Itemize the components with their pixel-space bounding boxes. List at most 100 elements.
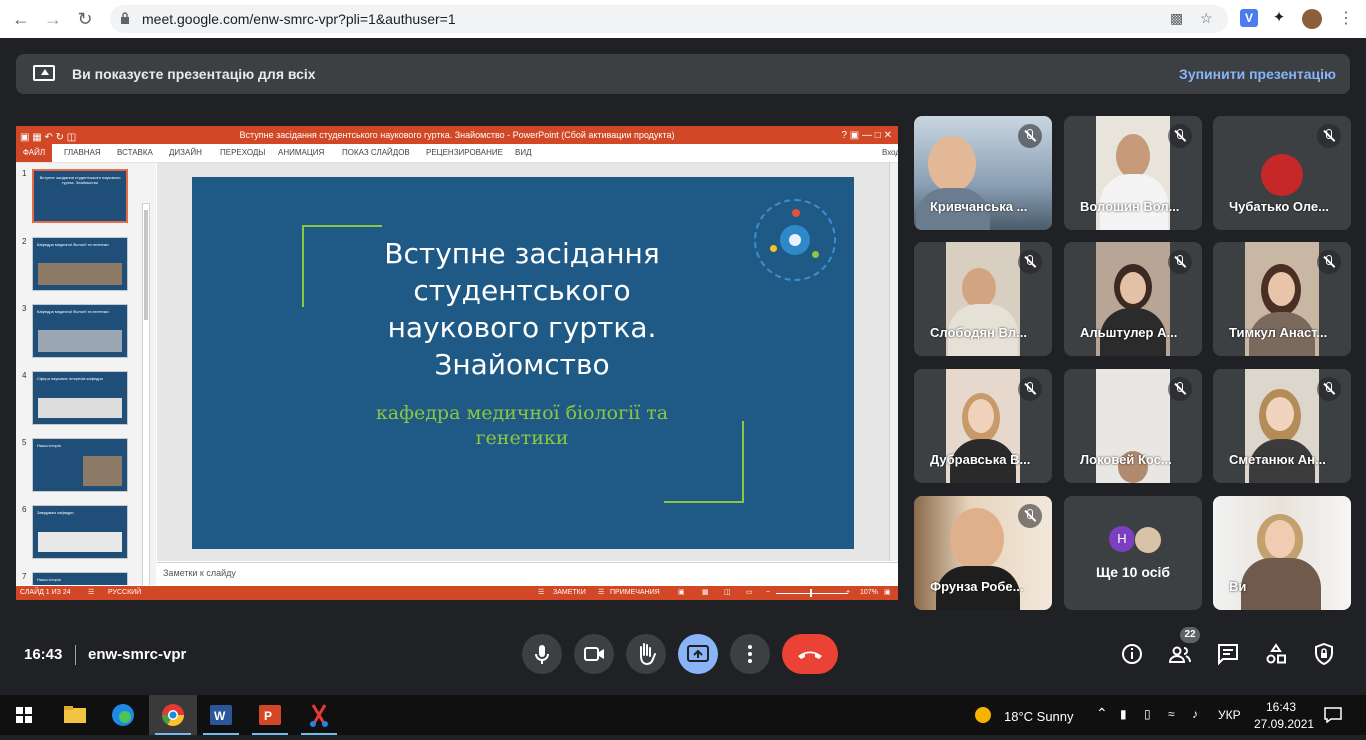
thumb-number: 6 — [22, 505, 27, 514]
notes-placeholder: Заметки к слайду — [163, 568, 236, 578]
lock-icon[interactable] — [120, 12, 130, 24]
thumb-photo — [38, 263, 122, 285]
participant-name: Кривчанська ... — [930, 199, 1028, 214]
participant-face — [928, 136, 976, 192]
participant-name: Тимкул Анаст... — [1229, 325, 1328, 340]
tray-date[interactable]: 27.09.2021 — [1254, 717, 1314, 731]
zoom-slider-knob — [810, 589, 812, 597]
word-icon[interactable]: W — [197, 695, 245, 735]
zoom-out-icon: − — [766, 589, 771, 596]
reading-view-icon: ◫ — [724, 589, 731, 596]
thumb-photo — [38, 398, 122, 418]
extensions-puzzle-icon[interactable]: ✦ — [1270, 9, 1288, 27]
tray-mic-icon[interactable]: ▮ — [1120, 707, 1127, 721]
chrome-icon[interactable] — [149, 695, 197, 735]
windows-start-icon[interactable] — [16, 707, 32, 723]
meeting-details-icon[interactable] — [1120, 642, 1144, 666]
participant-tile[interactable]: Альштулер А... — [1064, 242, 1202, 356]
tray-wifi-icon[interactable]: ≈ — [1168, 707, 1175, 721]
leave-call-button[interactable] — [782, 634, 838, 674]
comments-icon: ☰ — [598, 589, 605, 596]
address-bar[interactable]: meet.google.com/enw-smrc-vpr?pli=1&authu… — [110, 5, 1228, 33]
raise-hand-button[interactable] — [626, 634, 666, 674]
mic-off-icon — [1018, 124, 1042, 148]
mic-off-icon — [1168, 124, 1192, 148]
thumb-number: 4 — [22, 371, 27, 380]
normal-view-icon: ▣ — [678, 589, 685, 596]
camera-indicator-icon[interactable]: ▩ — [1170, 10, 1183, 27]
file-explorer-icon[interactable] — [51, 695, 99, 735]
thumb-number: 3 — [22, 304, 27, 313]
snipping-tool-icon[interactable] — [295, 695, 343, 735]
weather-text[interactable]: 18°C Sunny — [1004, 709, 1074, 724]
slide-notes-pane: Заметки к слайду — [157, 562, 898, 585]
participant-name: Альштулер А... — [1080, 325, 1178, 340]
participant-tile[interactable]: Чубатько Оле... — [1213, 116, 1351, 230]
participant-tile[interactable]: Дубравська В... — [914, 369, 1052, 483]
participant-tile[interactable]: Локовей Кос... — [1064, 369, 1202, 483]
reload-icon[interactable]: ↻ — [74, 8, 96, 30]
hand-icon — [640, 643, 656, 666]
powerpoint-icon[interactable]: P — [246, 695, 294, 735]
host-controls-icon[interactable] — [1312, 642, 1336, 666]
participant-name: Слободян Вл... — [930, 325, 1027, 340]
participant-photo-avatar — [1134, 526, 1162, 554]
browser-toolbar: ← → ↻ meet.google.com/enw-smrc-vpr?pli=1… — [0, 0, 1366, 38]
chat-icon[interactable] — [1216, 642, 1240, 666]
slide-counter: СЛАЙД 1 ИЗ 24 — [20, 589, 71, 596]
tray-time[interactable]: 16:43 — [1266, 700, 1296, 714]
participant-tile[interactable]: Волошин Вол... — [1064, 116, 1202, 230]
notifications-icon[interactable] — [1324, 707, 1342, 723]
more-options-button[interactable] — [730, 634, 770, 674]
present-now-button[interactable] — [678, 634, 718, 674]
weather-sun-icon[interactable] — [974, 706, 992, 724]
tray-battery-icon[interactable]: ▯ — [1144, 707, 1151, 721]
participant-face — [1268, 272, 1295, 306]
meeting-clock: 16:43 — [24, 646, 63, 663]
ppt-tab-view: ВИД — [515, 148, 532, 157]
more-participants-tile[interactable]: Н Ще 10 осіб — [1064, 496, 1202, 610]
participant-tile[interactable]: Слободян Вл... — [914, 242, 1052, 356]
slide-thumbnail: Наша історія — [32, 438, 128, 492]
stop-presenting-button[interactable]: Зупинити презентацію — [1179, 66, 1336, 82]
bookmark-star-icon[interactable]: ☆ — [1200, 10, 1213, 27]
participant-name: Сметанюк Ан... — [1229, 452, 1326, 467]
people-icon[interactable] — [1168, 642, 1192, 666]
participant-name: Волошин Вол... — [1080, 199, 1180, 214]
slide-thumbnail: Кафедра медичної біології та генетики — [32, 304, 128, 358]
ppt-tab-transitions: ПЕРЕХОДЫ — [220, 148, 266, 157]
mic-off-icon — [1168, 377, 1192, 401]
microphone-button[interactable] — [522, 634, 562, 674]
language-indicator: РУССКИЙ — [108, 589, 142, 596]
camera-button[interactable] — [574, 634, 614, 674]
fit-slide-icon: ▣ — [884, 589, 891, 596]
profile-avatar[interactable] — [1302, 9, 1322, 29]
notes-toggle: ЗАМЕТКИ — [553, 589, 586, 596]
mic-off-icon — [1317, 377, 1341, 401]
participant-face — [1266, 397, 1294, 431]
shared-screen-powerpoint: ▣ ▦ ↶ ↻ ◫ Вступне засідання студентськог… — [16, 126, 898, 600]
browser-menu-icon[interactable]: ⋮ — [1338, 8, 1354, 28]
participant-tile[interactable]: Тимкул Анаст... — [1213, 242, 1351, 356]
hangup-icon — [798, 651, 822, 659]
back-icon[interactable]: ← — [10, 8, 32, 30]
slide-thumbnail: Сфера наукових інтересів кафедри — [32, 371, 128, 425]
forward-icon[interactable]: → — [42, 8, 64, 30]
participant-tile[interactable]: Фрунза Робе... — [914, 496, 1052, 610]
notes-toggle-icon: ☰ — [538, 589, 545, 596]
extension-v-icon[interactable]: V — [1240, 9, 1258, 27]
tray-volume-icon[interactable]: ♪ — [1192, 707, 1198, 721]
activities-icon[interactable] — [1264, 642, 1288, 666]
self-tile[interactable]: Ви — [1213, 496, 1351, 610]
ppt-tab-review: РЕЦЕНЗИРОВАНИЕ — [426, 148, 503, 157]
participant-tile[interactable]: Сметанюк Ан... — [1213, 369, 1351, 483]
participant-tile[interactable]: Кривчанська ... — [914, 116, 1052, 230]
tray-chevron-up-icon[interactable]: ⌃ — [1096, 705, 1108, 722]
edge-icon[interactable] — [99, 695, 147, 735]
input-language[interactable]: УКР — [1218, 708, 1241, 722]
editor-scrollbar — [889, 163, 898, 561]
slide-thumbnail: Наша історія — [32, 572, 128, 585]
people-count-badge: 22 — [1180, 627, 1200, 643]
ppt-sign-in: Вход — [882, 148, 898, 157]
url-text: meet.google.com/enw-smrc-vpr?pli=1&authu… — [142, 11, 456, 27]
